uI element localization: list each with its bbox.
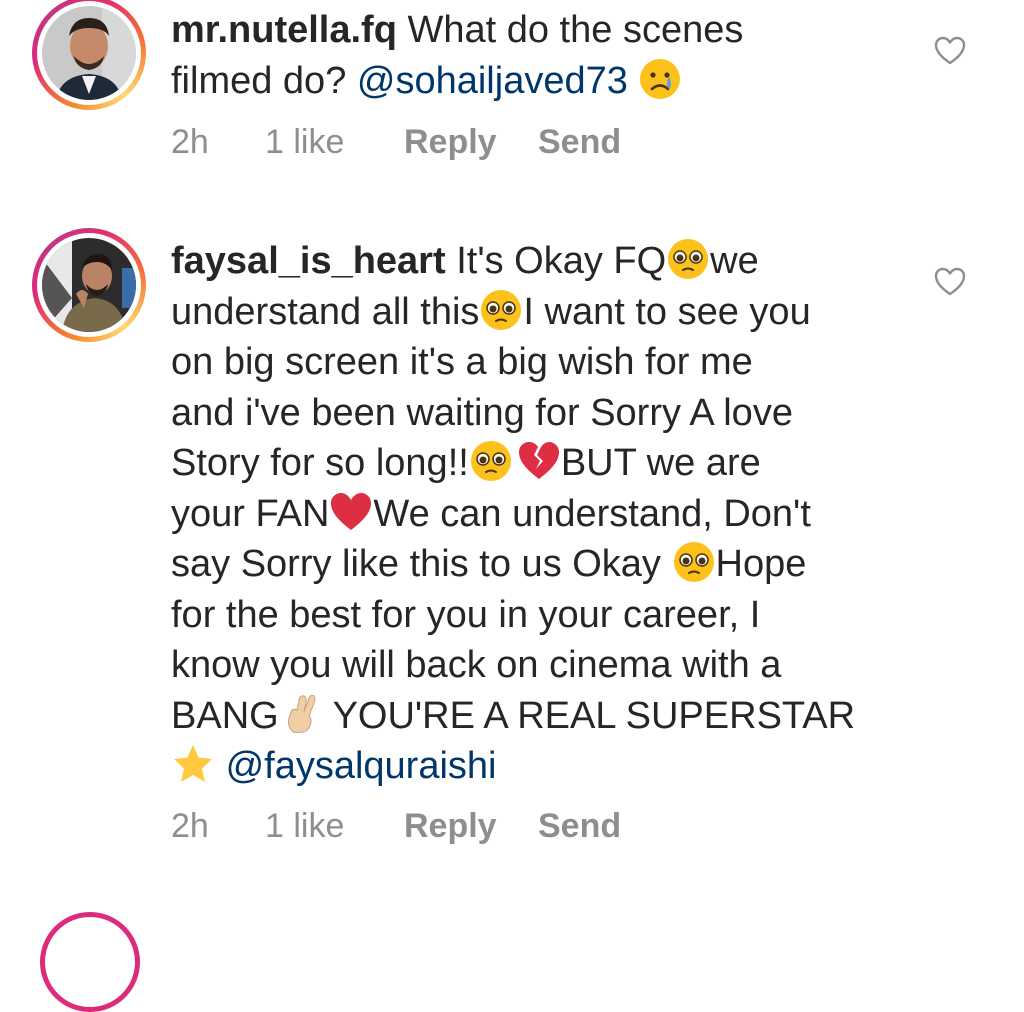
like-heart-icon[interactable] [934, 36, 966, 66]
red-heart-emoji [329, 490, 373, 534]
next-comment-avatar-ring[interactable] [40, 912, 140, 1012]
comment-username[interactable]: mr.nutella.fq [171, 9, 397, 51]
crossed-fingers-emoji [279, 692, 323, 736]
comment-body-line2: filmed do? [171, 59, 347, 102]
like-heart-icon[interactable] [934, 267, 966, 297]
comment-body-line3: on big screen it's a big wish for me [171, 341, 753, 383]
comment-body-line10a: BANG [171, 694, 279, 737]
reply-button[interactable]: Reply [404, 123, 497, 162]
comment-body-line8: for the best for you in your career, I [171, 593, 761, 636]
avatar-story-ring[interactable] [32, 228, 146, 342]
comment-username[interactable]: faysal_is_heart [171, 240, 446, 282]
comment-body-line1: What do the scenes [407, 9, 744, 51]
pleading-face-emoji [672, 540, 716, 584]
comment-body-line6a: your FAN [171, 492, 330, 535]
pleading-face-emoji [666, 237, 710, 281]
comment-body-line7a: say Sorry like this to us Okay [171, 543, 672, 585]
mention-link[interactable]: @sohailjaved73 [357, 60, 628, 102]
pleading-face-emoji [479, 288, 523, 332]
star-emoji [171, 742, 215, 786]
send-button[interactable]: Send [538, 807, 621, 846]
comment-body-line4: and i've been waiting for Sorry A love [171, 391, 793, 434]
avatar-gap [37, 233, 141, 337]
timestamp: 2h [171, 807, 209, 845]
comment-body-line5b: BUT we are [560, 442, 761, 484]
avatar [42, 238, 136, 332]
reply-button[interactable]: Reply [404, 807, 497, 846]
likes-count[interactable]: 1 like [265, 807, 344, 846]
comment-body-line2b: I want to see you [523, 290, 811, 333]
comment-body-line6b: We can understand, Don't [373, 492, 811, 535]
broken-heart-emoji [517, 439, 561, 483]
avatar-gap [37, 1, 141, 105]
pleading-face-emoji [469, 439, 513, 483]
comment-body-line9: know you will back on cinema with a [171, 644, 782, 686]
comment-body-line1: It's Okay FQ [456, 240, 667, 282]
avatar [42, 6, 136, 100]
comment-body-line7b: Hope [715, 543, 807, 585]
timestamp: 2h [171, 123, 209, 161]
likes-count[interactable]: 1 like [265, 123, 344, 162]
avatar-story-ring[interactable] [32, 0, 146, 110]
comment-body-line10b: YOU'RE A REAL SUPERSTAR [322, 694, 856, 737]
comment-body-line1b: we [710, 240, 759, 282]
send-button[interactable]: Send [538, 123, 621, 162]
crying-face-emoji [638, 57, 682, 101]
comment-body-line5: Story for so long!! [171, 442, 469, 484]
mention-link[interactable]: @faysalquraishi [226, 745, 497, 787]
comment-text: mr.nutella.fq What do the scenes filmed … [171, 5, 901, 106]
comment-body-line2a: understand all this [171, 290, 480, 333]
comment-text: faysal_is_heart It's Okay FQ we understa… [171, 236, 901, 792]
